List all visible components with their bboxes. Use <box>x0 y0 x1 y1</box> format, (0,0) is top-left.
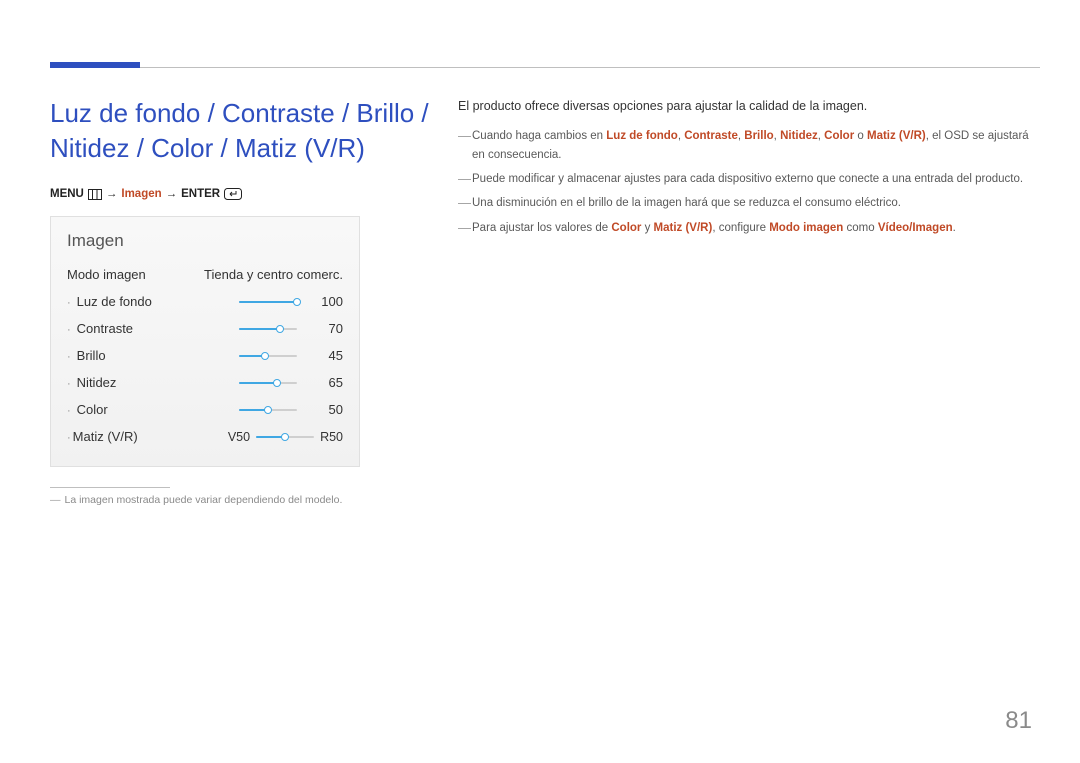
slider-track[interactable] <box>239 378 297 388</box>
slider-row-matiz[interactable]: ·Matiz (V/R) V50 R50 <box>67 423 343 450</box>
slider-row-luz[interactable]: · Luz de fondo 100 <box>67 288 343 315</box>
panel-title: Imagen <box>67 231 343 251</box>
breadcrumb-menu: MENU <box>50 188 84 200</box>
header-rule <box>50 50 1040 68</box>
note-4: ― Para ajustar los valores de Color y Ma… <box>458 219 1040 237</box>
page-title: Luz de fondo / Contraste / Brillo / Niti… <box>50 96 430 166</box>
slider-label: Color <box>77 402 108 417</box>
matiz-right: R50 <box>320 430 343 444</box>
slider-label: Contraste <box>77 321 133 336</box>
slider-value: 100 <box>305 294 343 309</box>
slider-track[interactable] <box>239 297 297 307</box>
mode-label: Modo imagen <box>67 267 146 282</box>
slider-label: Luz de fondo <box>77 294 152 309</box>
bullet-dot: · <box>67 297 71 309</box>
slider-row-brillo[interactable]: ·Brillo 45 <box>67 342 343 369</box>
page-number: 81 <box>1005 707 1032 735</box>
intro-text: El producto ofrece diversas opciones par… <box>458 96 1040 117</box>
slider-label: Matiz (V/R) <box>73 429 138 444</box>
note-3: ― Una disminución en el brillo de la ima… <box>458 194 1040 212</box>
slider-row-nitidez[interactable]: ·Nitidez 65 <box>67 369 343 396</box>
slider-track[interactable] <box>239 351 297 361</box>
slider-track[interactable] <box>239 324 297 334</box>
footnote: ―La imagen mostrada puede variar dependi… <box>50 487 430 506</box>
slider-label: Brillo <box>77 348 106 363</box>
slider-row-color[interactable]: ·Color 50 <box>67 396 343 423</box>
breadcrumb-enter: ENTER <box>181 188 220 200</box>
slider-row-contraste[interactable]: ·Contraste 70 <box>67 315 343 342</box>
enter-icon <box>224 188 242 200</box>
slider-track[interactable] <box>239 405 297 415</box>
breadcrumb-arrow-1: → <box>106 188 118 200</box>
breadcrumb: MENU → Imagen → ENTER <box>50 188 430 200</box>
settings-panel: Imagen Modo imagen Tienda y centro comer… <box>50 216 360 467</box>
mode-value: Tienda y centro comerc. <box>204 267 343 282</box>
matiz-left: V50 <box>228 430 250 444</box>
slider-track[interactable] <box>256 432 314 442</box>
mode-row[interactable]: Modo imagen Tienda y centro comerc. <box>67 261 343 288</box>
slider-label: Nitidez <box>77 375 117 390</box>
slider-value: 65 <box>305 375 343 390</box>
breadcrumb-arrow-2: → <box>166 188 178 200</box>
note-1: ― Cuando haga cambios en Luz de fondo, C… <box>458 127 1040 164</box>
footnote-text: La imagen mostrada puede variar dependie… <box>65 494 343 506</box>
slider-value: 45 <box>305 348 343 363</box>
slider-value: 70 <box>305 321 343 336</box>
menu-icon <box>88 189 102 200</box>
note-2: ― Puede modificar y almacenar ajustes pa… <box>458 170 1040 188</box>
slider-value: 50 <box>305 402 343 417</box>
breadcrumb-imagen: Imagen <box>121 188 161 200</box>
